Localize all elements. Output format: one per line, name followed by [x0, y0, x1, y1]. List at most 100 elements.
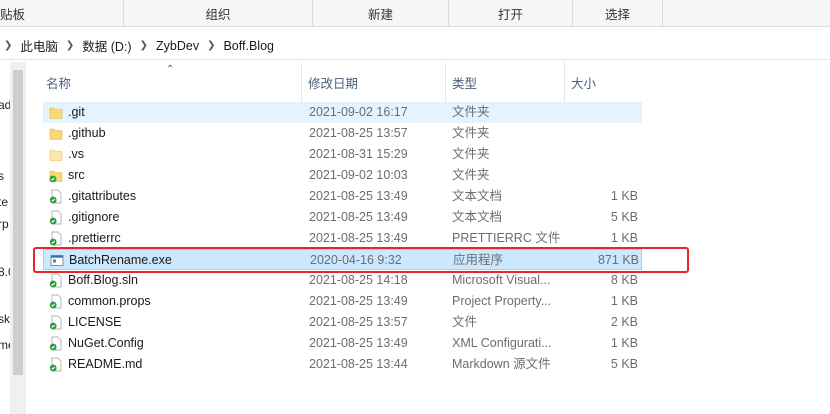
file-size: 5 KB — [610, 210, 638, 224]
file-name: common.props — [68, 294, 151, 308]
ribbon-group-organize[interactable]: 组织 — [124, 0, 313, 27]
file-row[interactable]: .git 2021-09-02 16:17 文件夹 — [43, 102, 642, 123]
navigation-pane[interactable]: ad s te rp 8.0 sk me — [0, 62, 10, 414]
file-row[interactable]: Boff.Blog.sln 2021-08-25 14:18 Microsoft V… — [43, 270, 642, 291]
file-check-icon — [49, 210, 63, 225]
file-row[interactable]: .gitignore 2021-08-25 13:49 文本文档 5 KB — [43, 207, 642, 228]
file-row[interactable]: common.props 2021-08-25 13:49 Project Prop… — [43, 291, 642, 312]
file-name: .git — [68, 105, 85, 119]
folder-icon — [49, 126, 63, 141]
file-size: 1 KB — [610, 294, 638, 308]
file-name: LICENSE — [68, 315, 122, 329]
file-size — [568, 123, 638, 144]
file-type: Markdown 源文件 — [452, 357, 551, 371]
chevron-right-icon[interactable]: ❯ — [204, 32, 218, 60]
file-check-icon — [49, 315, 63, 330]
file-date-modified: 2021-08-25 13:49 — [309, 189, 408, 203]
nav-scrollbar[interactable] — [10, 62, 26, 414]
file-row[interactable]: .gitattributes 2021-08-25 13:49 文本文档 1 KB — [43, 186, 642, 207]
file-row[interactable]: NuGet.Config 2021-08-25 13:49 XML Configur… — [43, 333, 642, 354]
file-size: 2 KB — [610, 315, 638, 329]
chevron-right-icon[interactable]: ❯ — [0, 32, 15, 60]
file-check-icon — [49, 231, 63, 246]
file-row[interactable]: LICENSE 2021-08-25 13:57 文件 2 KB — [43, 312, 642, 333]
file-type: Project Property... — [452, 294, 552, 308]
file-name: .gitattributes — [68, 189, 137, 203]
file-check-icon — [49, 336, 63, 351]
file-type: XML Configurati... — [452, 336, 552, 350]
file-check-icon — [49, 294, 63, 309]
highlight-annotation-box — [33, 247, 689, 273]
file-type: PRETTIERRC 文件 — [452, 231, 561, 245]
file-size — [568, 144, 638, 165]
file-type: Microsoft Visual... — [452, 273, 551, 287]
file-name: Boff.Blog.sln — [68, 273, 138, 287]
file-date-modified: 2021-08-25 13:57 — [309, 126, 408, 140]
ribbon-group-clipboard[interactable]: 贴板 — [0, 0, 124, 27]
nav-item-fragment[interactable]: rp — [0, 217, 9, 231]
file-date-modified: 2021-08-25 13:57 — [309, 315, 408, 329]
file-type: 文件夹 — [452, 168, 490, 182]
breadcrumb-boff-blog[interactable]: Boff.Blog — [218, 32, 279, 60]
file-row[interactable]: .vs 2021-08-31 15:29 文件夹 — [43, 144, 642, 165]
file-size: 1 KB — [610, 189, 638, 203]
file-date-modified: 2021-08-25 13:49 — [309, 210, 408, 224]
file-size: 1 KB — [610, 231, 638, 245]
ribbon-group-select[interactable]: 选择 — [573, 0, 663, 27]
file-name: .prettierrc — [68, 231, 121, 245]
nav-scrollbar-thumb[interactable] — [13, 70, 23, 375]
file-type: 文件 — [452, 315, 478, 329]
file-date-modified: 2021-08-31 15:29 — [309, 147, 408, 161]
nav-item-fragment[interactable]: sk — [0, 312, 10, 326]
nav-item-fragment[interactable]: s — [0, 169, 4, 183]
file-name: .github — [68, 126, 106, 140]
file-check-icon — [49, 273, 63, 288]
file-name: README.md — [68, 357, 143, 371]
nav-item-fragment[interactable]: te — [0, 195, 8, 209]
file-name: .gitignore — [68, 210, 120, 224]
column-header-type[interactable]: 类型 — [446, 62, 565, 102]
breadcrumb-this-pc[interactable]: 此电脑 — [15, 32, 63, 60]
file-check-icon — [49, 189, 63, 204]
column-header-size[interactable]: 大小 — [565, 62, 645, 102]
file-type: 文件夹 — [452, 126, 490, 140]
file-size — [568, 165, 638, 186]
file-date-modified: 2021-08-25 13:49 — [309, 294, 408, 308]
nav-item-fragment[interactable]: ad — [0, 98, 10, 112]
file-type: 文件夹 — [452, 105, 490, 119]
ribbon-group-open[interactable]: 打开 — [449, 0, 573, 27]
file-name: .vs — [68, 147, 84, 161]
file-type: 文本文档 — [452, 210, 503, 224]
folder-light-icon — [49, 147, 63, 162]
file-size — [568, 102, 638, 123]
file-size: 1 KB — [610, 336, 638, 350]
folder-check-icon — [49, 168, 63, 183]
address-bar[interactable]: ❯ 此电脑 ❯ 数据 (D:) ❯ ZybDev ❯ Boff.Blog — [0, 32, 830, 60]
breadcrumb-zybdev[interactable]: ZybDev — [151, 32, 204, 60]
file-row[interactable]: .github 2021-08-25 13:57 文件夹 — [43, 123, 642, 144]
nav-item-fragment[interactable]: me — [0, 338, 10, 352]
ribbon: 贴板 组织 新建 打开 选择 — [0, 0, 830, 27]
file-date-modified: 2021-08-25 14:18 — [309, 273, 408, 287]
column-header-date[interactable]: 修改日期 — [302, 62, 446, 102]
column-header-name[interactable]: 名称 — [40, 62, 302, 102]
chevron-right-icon[interactable]: ❯ — [63, 32, 77, 60]
file-size: 8 KB — [610, 273, 638, 287]
file-row[interactable]: README.md 2021-08-25 13:44 Markdown 源文件 5 K… — [43, 354, 642, 375]
nav-item-fragment[interactable]: 8.0 — [0, 265, 10, 279]
file-name: src — [68, 168, 85, 182]
file-row[interactable]: .prettierrc 2021-08-25 13:49 PRETTIERRC 文件… — [43, 228, 642, 249]
file-check-icon — [49, 357, 63, 372]
file-date-modified: 2021-08-25 13:49 — [309, 231, 408, 245]
ribbon-group-new[interactable]: 新建 — [313, 0, 449, 27]
chevron-right-icon[interactable]: ❯ — [137, 32, 151, 60]
file-type: 文件夹 — [452, 147, 490, 161]
file-date-modified: 2021-09-02 10:03 — [309, 168, 408, 182]
file-row[interactable]: src 2021-09-02 10:03 文件夹 — [43, 165, 642, 186]
file-date-modified: 2021-08-25 13:49 — [309, 336, 408, 350]
file-date-modified: 2021-08-25 13:44 — [309, 357, 408, 371]
breadcrumb-drive-d[interactable]: 数据 (D:) — [77, 32, 136, 60]
folder-icon — [49, 105, 63, 120]
file-size: 5 KB — [610, 357, 638, 371]
file-date-modified: 2021-09-02 16:17 — [309, 105, 408, 119]
